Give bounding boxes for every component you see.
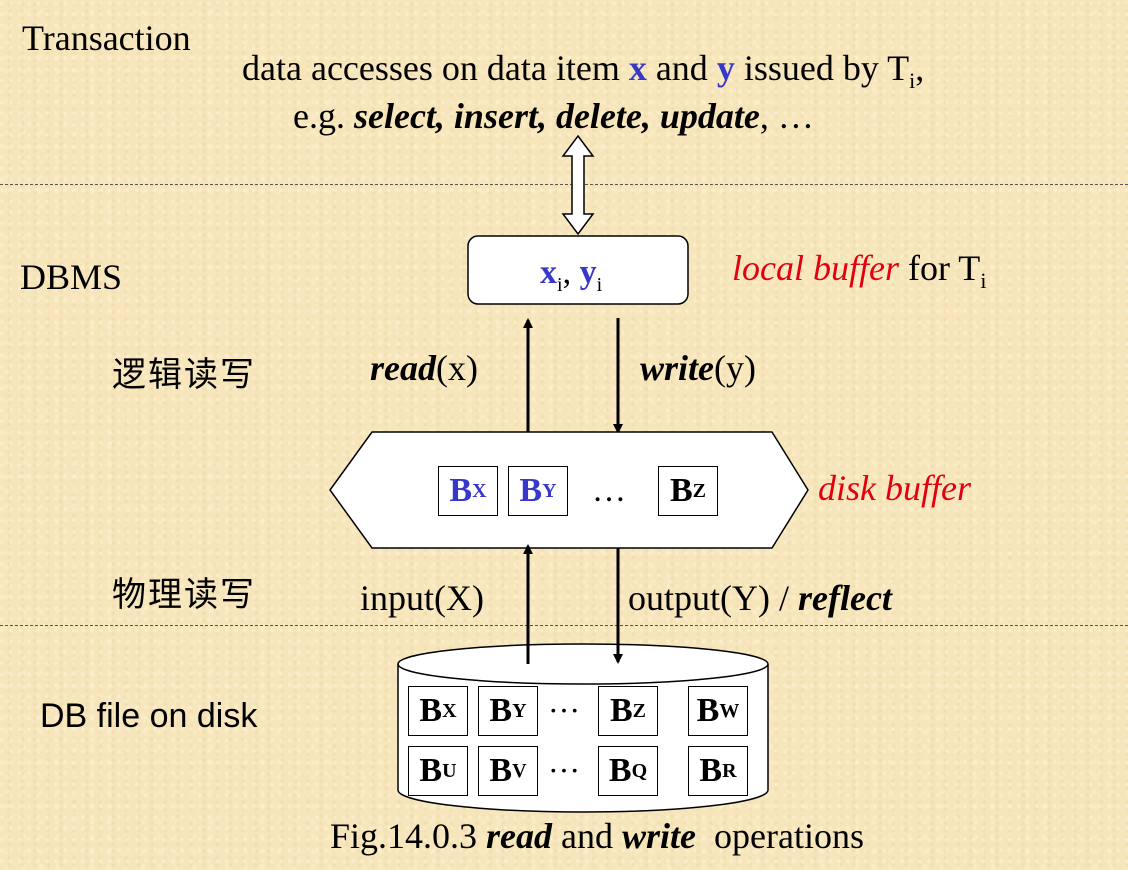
disk-buffer-hexagon [329, 431, 809, 549]
disk-cylinder-top [397, 643, 769, 685]
figure-caption: Fig.14.0.3 read and write operations [330, 816, 864, 856]
disk-row2-ellipsis: ··· [548, 752, 580, 788]
disk-buffer-block-z: BZ [658, 466, 718, 516]
disk-block-w: BW [688, 686, 748, 736]
logical-rw-label: 逻辑读写 [112, 355, 256, 395]
read-label: read(x) [370, 348, 478, 388]
disk-block-v: BV [478, 746, 538, 796]
disk-block-r: BR [688, 746, 748, 796]
disk-buffer-block-y: BY [508, 466, 568, 516]
disk-block-u: BU [408, 746, 468, 796]
disk-buffer-label: disk buffer [818, 468, 971, 508]
diagram-shapes [329, 134, 809, 813]
output-label: output(Y) / reflect [628, 578, 892, 618]
double-arrow-icon [561, 134, 595, 236]
physical-rw-label: 物理读写 [112, 575, 256, 615]
disk-buffer-ellipsis: … [592, 472, 626, 509]
write-label: write(y) [640, 348, 756, 388]
local-buffer-content: xi, yi [540, 254, 603, 296]
local-buffer-label: local buffer for Ti [732, 248, 987, 294]
disk-block-q: BQ [598, 746, 658, 796]
disk-block-y: BY [478, 686, 538, 736]
disk-buffer-block-x: BX [438, 466, 498, 516]
disk-block-x: BX [408, 686, 468, 736]
disk-row1-ellipsis: ··· [548, 692, 580, 728]
input-label: input(X) [360, 578, 484, 618]
disk-block-z: BZ [598, 686, 658, 736]
